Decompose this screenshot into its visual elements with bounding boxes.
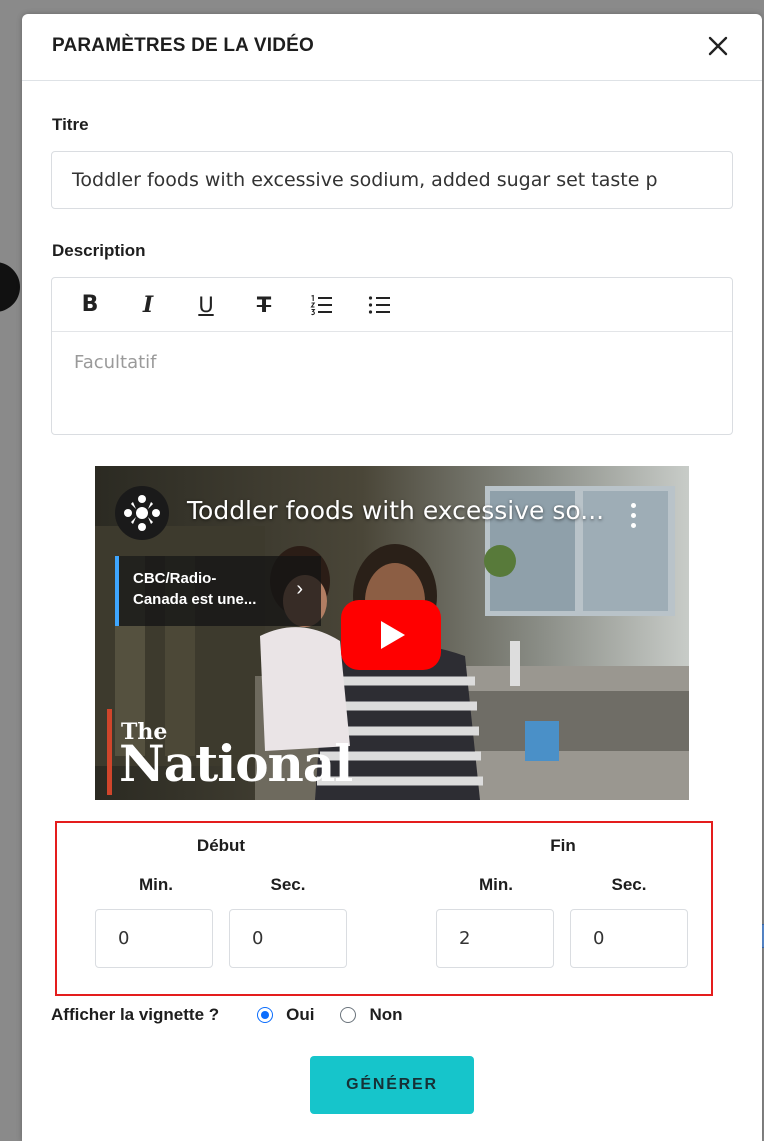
editor-toolbar: B I U T [52, 278, 732, 332]
strikethrough-button[interactable]: T [246, 287, 282, 323]
description-label: Description [52, 241, 146, 260]
bullet-list-icon [368, 295, 390, 314]
end-sec-label: Sec. [611, 875, 647, 894]
ordered-list-icon [310, 294, 332, 315]
channel-logo[interactable] [115, 486, 169, 540]
info-card[interactable]: CBC/Radio- Canada est une... › [115, 556, 321, 626]
end-sec-input[interactable]: 0 [570, 909, 688, 968]
radio-non-label[interactable]: Non [369, 1005, 402, 1025]
italic-button[interactable]: I [130, 287, 166, 323]
radio-oui[interactable] [257, 1007, 274, 1023]
title-label: Titre [52, 115, 89, 134]
video-title[interactable]: Toddler foods with excessive so... [187, 496, 604, 525]
play-button[interactable] [341, 600, 441, 670]
end-min-label: Min. [479, 875, 513, 894]
start-sec-label: Sec. [270, 875, 306, 894]
more-options-button[interactable] [623, 500, 643, 530]
show-branding-name: National [119, 734, 353, 793]
youtube-play-icon [341, 600, 441, 670]
start-label: Début [196, 836, 246, 855]
bullet-list-button[interactable] [362, 287, 398, 323]
description-input[interactable]: Facultatif [52, 332, 732, 393]
video-settings-modal: PARAMÈTRES DE LA VIDÉO Titre Toddler foo… [22, 14, 762, 1141]
modal-title: PARAMÈTRES DE LA VIDÉO [52, 35, 314, 56]
bold-button[interactable]: B [72, 287, 108, 323]
start-min-label: Min. [139, 875, 173, 894]
video-player[interactable]: Toddler foods with excessive so... CBC/R… [95, 466, 689, 800]
start-min-input[interactable]: 0 [95, 909, 213, 968]
close-icon [708, 36, 728, 56]
generate-button[interactable]: GÉNÉRER [310, 1056, 474, 1114]
dot-icon [630, 512, 636, 518]
close-button[interactable] [700, 28, 736, 64]
radio-non[interactable] [340, 1007, 357, 1023]
ordered-list-button[interactable] [304, 287, 340, 323]
thumbnail-label: Afficher la vignette ? [51, 1005, 220, 1024]
chevron-right-icon: › [296, 578, 303, 600]
radio-oui-label[interactable]: Oui [286, 1005, 314, 1025]
show-branding-bar [107, 709, 112, 795]
end-min-input[interactable]: 2 [436, 909, 554, 968]
thumbnail-option-row: Afficher la vignette ? Oui Non [51, 1002, 403, 1028]
dot-icon [630, 502, 636, 508]
dot-icon [630, 522, 636, 528]
background-fragment [0, 262, 20, 312]
end-label: Fin [550, 836, 576, 855]
title-input[interactable]: Toddler foods with excessive sodium, add… [51, 151, 733, 209]
start-sec-input[interactable]: 0 [229, 909, 347, 968]
info-card-text: CBC/Radio- Canada est une... [133, 570, 257, 608]
underline-button[interactable]: U [188, 287, 224, 323]
cbc-logo-icon [124, 495, 160, 531]
modal-header: PARAMÈTRES DE LA VIDÉO [22, 14, 762, 81]
description-editor: B I U T Facultatif [51, 277, 733, 435]
